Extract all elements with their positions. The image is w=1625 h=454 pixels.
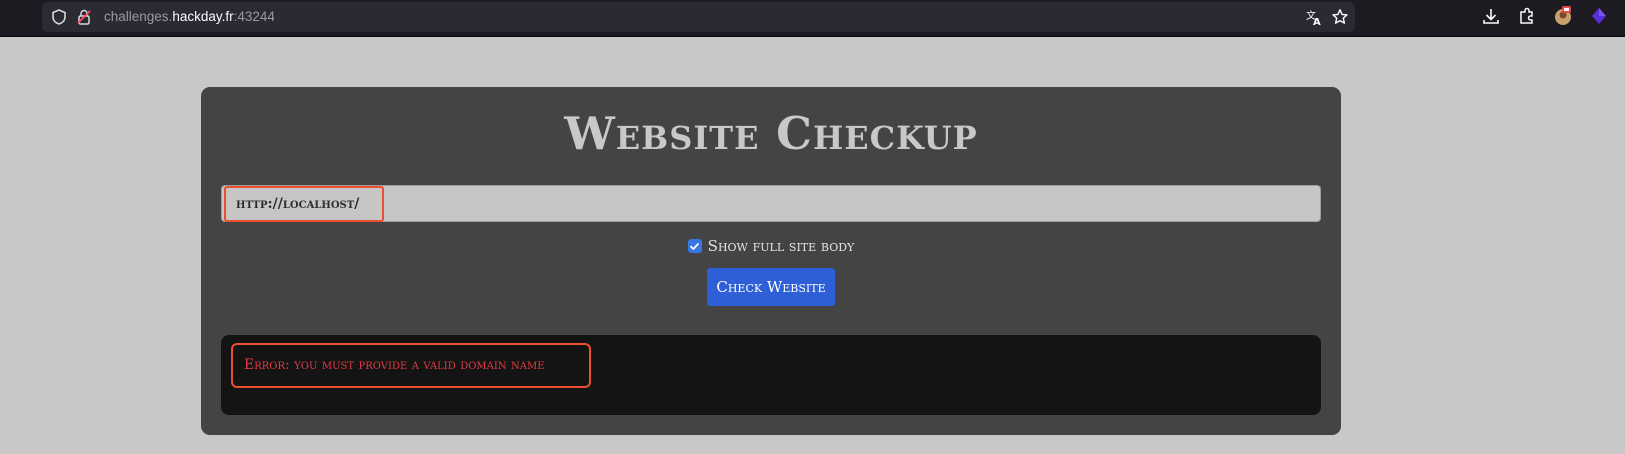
checkmark-icon	[690, 242, 700, 250]
show-body-label[interactable]: Show full site body	[708, 237, 855, 255]
check-website-button[interactable]: Check Website	[707, 268, 835, 306]
url-port: :43244	[233, 9, 275, 24]
shield-icon[interactable]	[50, 8, 68, 26]
extension-diamond-icon[interactable]	[1588, 5, 1610, 27]
url-host: hackday.fr	[172, 9, 234, 24]
result-panel: Error: you must provide a valid domain n…	[221, 335, 1321, 415]
url-input[interactable]	[221, 185, 1321, 222]
profile-avatar-icon[interactable]	[1552, 5, 1574, 27]
url-subdomain: challenges.	[104, 9, 173, 24]
download-icon[interactable]	[1480, 5, 1502, 27]
extensions-icon[interactable]	[1516, 5, 1538, 27]
page-title: Website Checkup	[564, 107, 978, 160]
svg-text:A: A	[1313, 17, 1321, 26]
lock-icon[interactable]	[75, 8, 93, 26]
show-body-checkbox[interactable]	[687, 239, 702, 253]
translate-icon[interactable]: 文A	[1305, 8, 1323, 28]
error-message: Error: you must provide a valid domain n…	[244, 357, 545, 373]
address-bar[interactable]: challenges.hackday.fr:43244 文A	[42, 2, 1355, 32]
show-body-option[interactable]: Show full site body	[201, 235, 1341, 257]
bookmark-star-icon[interactable]	[1331, 8, 1349, 26]
url-text[interactable]: challenges.hackday.fr:43244	[104, 2, 275, 32]
browser-toolbar: challenges.hackday.fr:43244 文A	[0, 0, 1625, 37]
checkup-card: Website Checkup Show full site body Chec…	[201, 87, 1341, 435]
error-highlight-box: Error: you must provide a valid domain n…	[231, 343, 591, 388]
